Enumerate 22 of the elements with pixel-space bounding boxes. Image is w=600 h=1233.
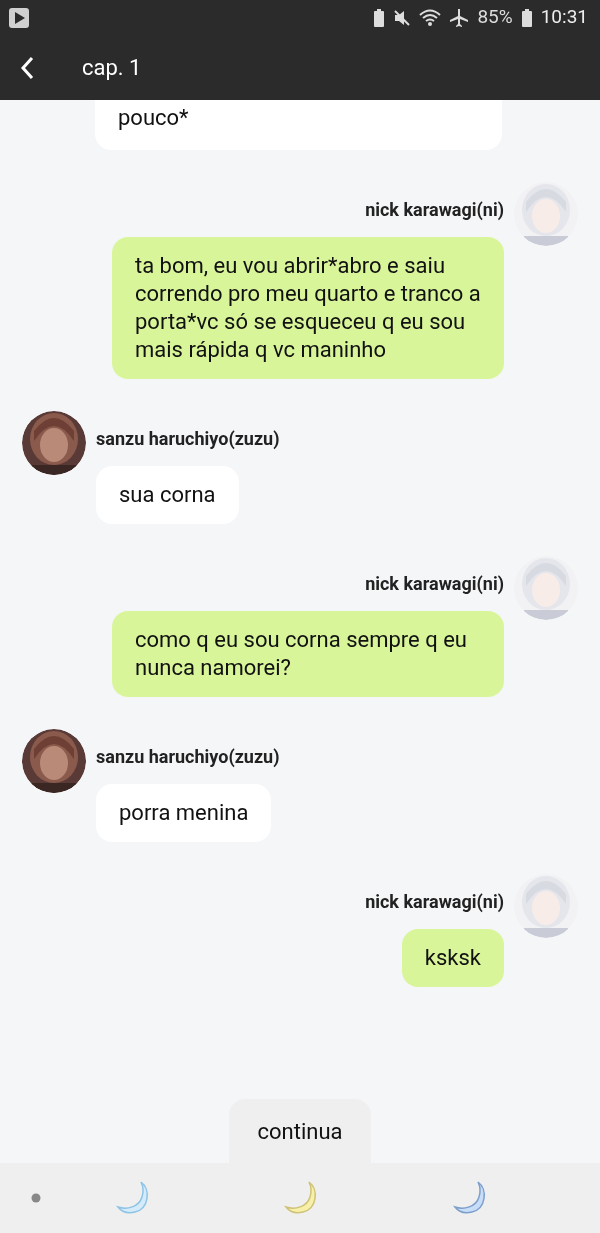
play-store-icon	[8, 6, 30, 29]
sender-name: sanzu haruchiyo(zuzu)	[96, 745, 280, 769]
message-bubble: pouco*	[95, 100, 502, 150]
battery-percent: 85%	[477, 4, 513, 31]
sender-name: nick karawagi(ni)	[365, 198, 504, 222]
sender-name: nick karawagi(ni)	[365, 890, 504, 914]
message-bubble: ksksk	[401, 929, 504, 987]
sender-name: nick karawagi(ni)	[365, 572, 504, 596]
clock: 10:31	[540, 4, 588, 31]
chapter-title: cap. 1	[82, 54, 142, 82]
mute-icon	[393, 8, 412, 27]
continue-button[interactable]: continua	[229, 1099, 371, 1163]
dot-icon	[31, 1193, 41, 1203]
sender-name: sanzu haruchiyo(zuzu)	[96, 427, 280, 451]
message-bubble: ta bom, eu vou abrir*abro e saiu correndo pro meu quarto e tranco a porta*vc só se esqueceu q eu sou mais rápida q vc maninho	[112, 237, 504, 379]
wifi-icon	[419, 8, 442, 27]
message-bubble: porra menina	[96, 784, 272, 842]
airplane-icon	[449, 7, 470, 28]
back-icon	[20, 55, 34, 80]
battery-icon	[520, 7, 533, 28]
message-bubble: sua corna	[96, 466, 239, 524]
message-bubble: como q eu sou corna sempre q eu nunca namorei?	[112, 611, 504, 697]
